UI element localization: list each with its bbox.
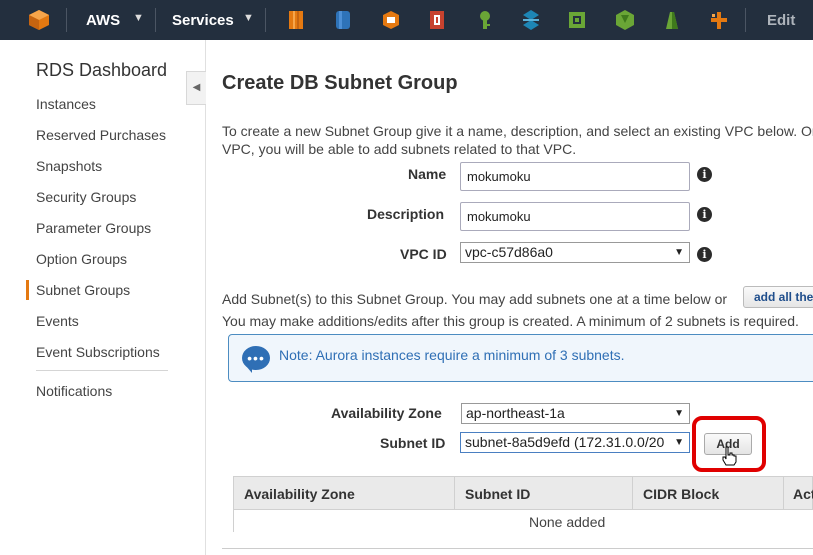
- nav-separator: [155, 8, 156, 32]
- add-subnets-line-1: Add Subnet(s) to this Subnet Group. You …: [222, 291, 728, 307]
- s3-icon[interactable]: [381, 9, 401, 31]
- description-label: Description: [367, 206, 445, 222]
- vpc-id-value: vpc-c57d86a0: [465, 244, 553, 260]
- dropdown-arrow-icon: ▼: [674, 247, 684, 258]
- subnet-id-label: Subnet ID: [380, 435, 446, 451]
- availability-zone-select[interactable]: ap-northeast-1a ▼: [461, 403, 690, 424]
- cloudwatch-icon[interactable]: [521, 9, 541, 31]
- subnet-id-value: subnet-8a5d9efd (172.31.0.0/20: [465, 434, 665, 450]
- availability-zone-value: ap-northeast-1a: [466, 405, 565, 421]
- sidebar-item-events[interactable]: Events: [36, 313, 79, 329]
- collapse-sidebar-button[interactable]: ◀: [186, 71, 206, 105]
- sidebar: RDS Dashboard Instances Reserved Purchas…: [0, 40, 206, 555]
- nav-separator: [745, 8, 746, 32]
- column-header-cidr-block[interactable]: CIDR Block: [643, 486, 719, 502]
- empty-table-text: None added: [529, 514, 606, 530]
- sidebar-item-reserved-purchases[interactable]: Reserved Purchases: [36, 127, 166, 143]
- sidebar-item-instances[interactable]: Instances: [36, 96, 96, 112]
- chevron-down-icon[interactable]: ▼: [243, 12, 254, 24]
- sidebar-item-security-groups[interactable]: Security Groups: [36, 189, 136, 205]
- vpc-icon[interactable]: [567, 9, 587, 31]
- column-header-subnet-id[interactable]: Subnet ID: [465, 486, 530, 502]
- sidebar-item-subnet-groups[interactable]: Subnet Groups: [36, 282, 130, 298]
- vpc-id-select[interactable]: vpc-c57d86a0 ▼: [460, 242, 690, 263]
- ec2-icon[interactable]: [286, 9, 306, 31]
- section-divider: [222, 548, 813, 549]
- aurora-note-text: Note: Aurora instances require a minimum…: [279, 347, 625, 363]
- column-separator: [632, 477, 633, 510]
- add-all-subnets-button[interactable]: add all the: [743, 286, 813, 308]
- chevron-left-icon: ◀: [192, 82, 201, 93]
- nav-separator: [66, 8, 67, 32]
- column-separator: [783, 477, 784, 510]
- intro-text: To create a new Subnet Group give it a n…: [222, 122, 813, 158]
- top-nav-bar: AWS ▼ Services ▼ Edit: [0, 0, 813, 40]
- page-title: Create DB Subnet Group: [222, 72, 458, 94]
- sidebar-item-event-subscriptions[interactable]: Event Subscriptions: [36, 344, 160, 360]
- speech-bubble-icon: •••: [242, 346, 270, 373]
- hand-cursor-icon: [722, 446, 737, 466]
- column-header-availability-zone[interactable]: Availability Zone: [244, 486, 355, 502]
- nav-separator: [265, 8, 266, 32]
- add-subnets-text: Add Subnet(s) to this Subnet Group. You …: [222, 288, 799, 332]
- edit-menu-label[interactable]: Edit: [767, 12, 795, 29]
- info-icon[interactable]: i: [697, 207, 712, 222]
- iam-icon[interactable]: [475, 9, 495, 31]
- column-separator: [454, 477, 455, 510]
- intro-line-2: VPC, you will be able to add subnets rel…: [222, 141, 577, 157]
- sidebar-item-option-groups[interactable]: Option Groups: [36, 251, 127, 267]
- sidebar-title[interactable]: RDS Dashboard: [36, 60, 167, 81]
- subnet-id-select[interactable]: subnet-8a5d9efd (172.31.0.0/20 ▼: [460, 432, 690, 453]
- subnet-table-body: None added: [233, 510, 813, 532]
- intro-line-1: To create a new Subnet Group give it a n…: [222, 123, 813, 139]
- chevron-down-icon[interactable]: ▼: [133, 12, 144, 24]
- name-label: Name: [408, 166, 447, 182]
- dropdown-arrow-icon: ▼: [674, 437, 684, 448]
- aws-logo-icon[interactable]: [28, 9, 50, 31]
- info-icon[interactable]: i: [697, 247, 712, 262]
- info-icon[interactable]: i: [697, 167, 712, 182]
- lambda-icon[interactable]: [615, 9, 635, 31]
- sidebar-item-snapshots[interactable]: Snapshots: [36, 158, 102, 174]
- cloudfront-icon[interactable]: [427, 9, 447, 31]
- dynamodb-icon[interactable]: [333, 9, 353, 31]
- subnet-table-header: Availability Zone Subnet ID CIDR Block A…: [233, 476, 813, 510]
- description-input[interactable]: [460, 202, 690, 231]
- services-menu-label[interactable]: Services: [172, 12, 234, 29]
- aurora-note-box: ••• Note: Aurora instances require a min…: [228, 334, 813, 382]
- active-indicator: [26, 280, 29, 300]
- cloudformation-icon[interactable]: [709, 9, 729, 31]
- column-header-actions[interactable]: Act: [793, 486, 813, 502]
- sidebar-divider: [36, 370, 168, 371]
- sidebar-item-parameter-groups[interactable]: Parameter Groups: [36, 220, 151, 236]
- name-input[interactable]: [460, 162, 690, 191]
- elastic-beanstalk-icon[interactable]: [662, 9, 682, 31]
- sidebar-item-notifications[interactable]: Notifications: [36, 383, 112, 399]
- vpc-id-label: VPC ID: [400, 246, 447, 262]
- availability-zone-label: Availability Zone: [331, 405, 442, 421]
- dropdown-arrow-icon: ▼: [674, 408, 684, 419]
- add-subnets-line-2: You may make additions/edits after this …: [222, 313, 799, 329]
- aws-menu-label[interactable]: AWS: [86, 12, 120, 29]
